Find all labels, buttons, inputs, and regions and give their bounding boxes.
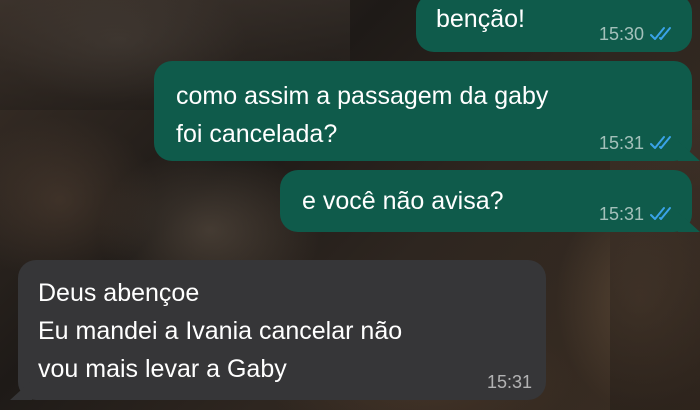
message-time: 15:31 [598, 133, 644, 153]
double-check-icon [650, 136, 671, 149]
message-meta: 15:31 [599, 204, 678, 224]
message-time: 15:30 [598, 24, 644, 44]
outgoing-message-bubble[interactable]: como assim a passagem da gaby foi cancel… [154, 61, 700, 161]
message-time: 15:31 [486, 372, 532, 392]
message-meta: 15:31 [599, 133, 678, 153]
message-time: 15:31 [598, 204, 644, 224]
message-text: Deus abençoe Eu mandei a Ivania cancelar… [38, 279, 403, 383]
double-check-icon [650, 207, 671, 220]
double-check-icon [650, 27, 671, 40]
message-meta: 15:31 [487, 372, 532, 392]
message-meta: 15:30 [599, 24, 678, 44]
incoming-message-bubble[interactable]: Deus abençoe Eu mandei a Ivania cancelar… [10, 260, 546, 400]
outgoing-message-bubble[interactable]: e você não avisa? 15:31 [280, 170, 700, 232]
outgoing-message-bubble[interactable]: benção! 15:30 [416, 0, 692, 52]
